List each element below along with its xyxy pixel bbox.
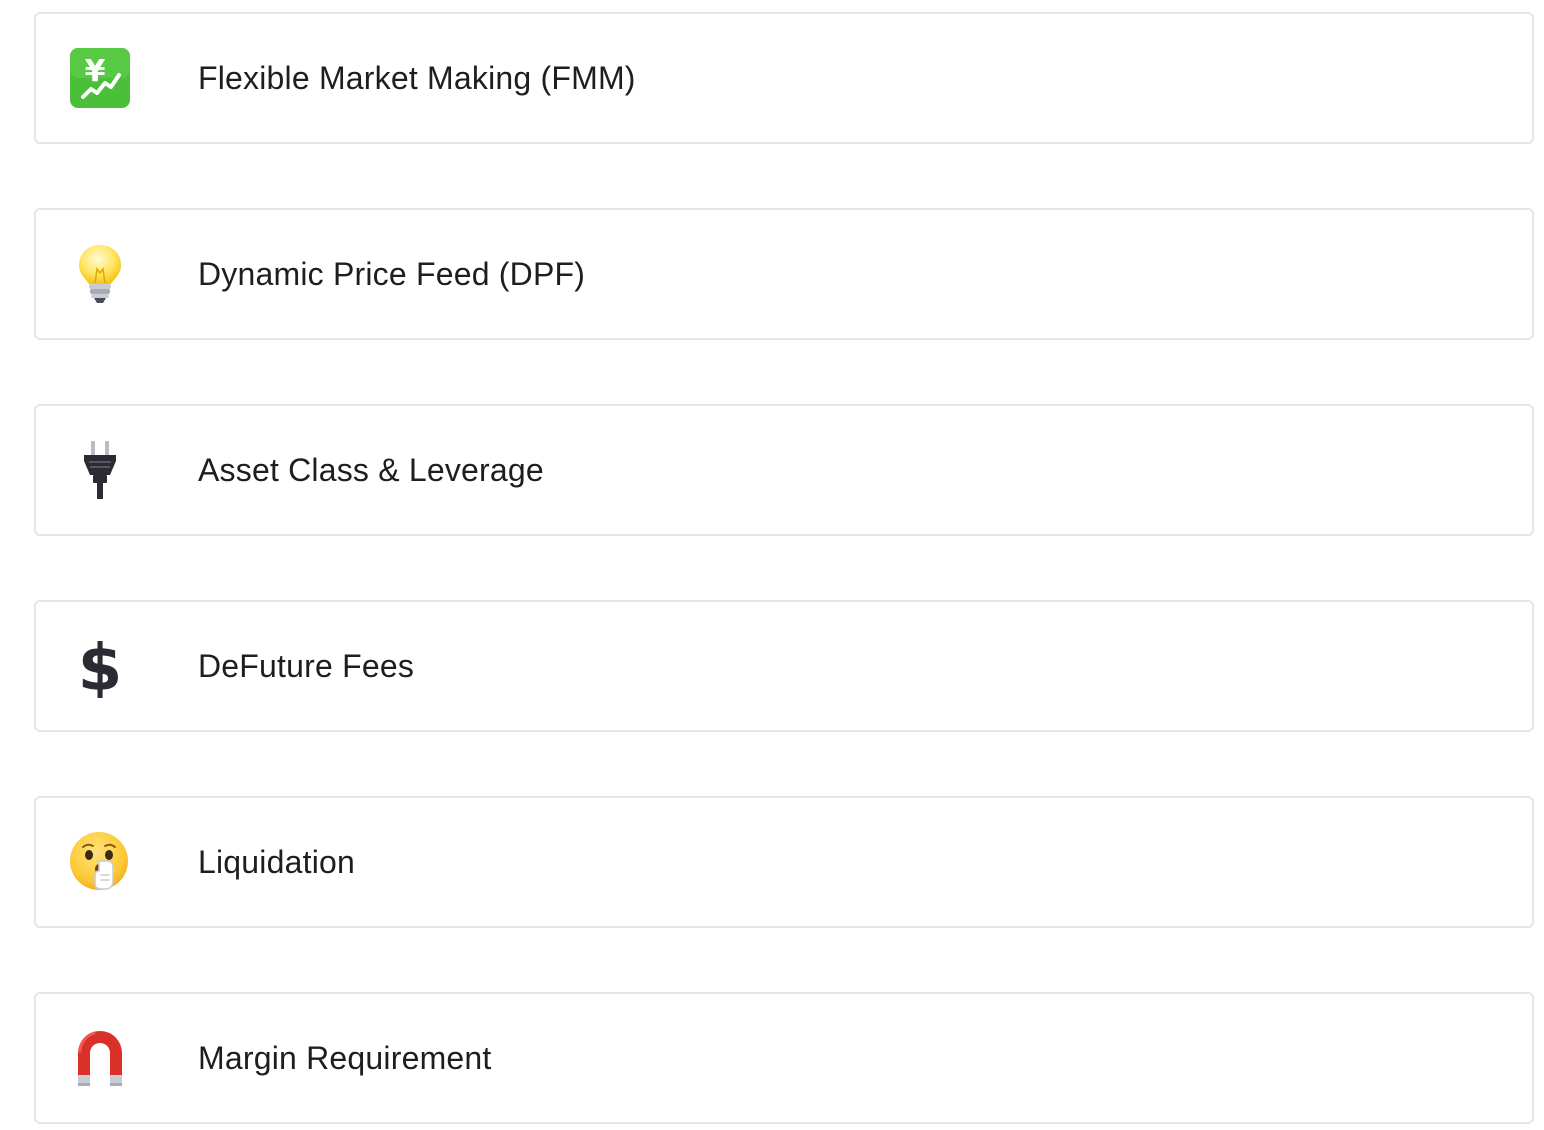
dollar-sign-icon: $	[68, 634, 132, 698]
shushing-face-icon	[68, 830, 132, 894]
magnet-icon	[68, 1026, 132, 1090]
card-label: Dynamic Price Feed (DPF)	[198, 255, 586, 292]
card-flexible-market-making[interactable]: ¥ Flexible Market Making (FMM)	[34, 12, 1534, 144]
card-label: Asset Class & Leverage	[198, 451, 544, 488]
card-list: ¥ Flexible Market Making (FMM) Dynamic P…	[34, 12, 1534, 1124]
card-defuture-fees[interactable]: $ DeFuture Fees	[34, 600, 1534, 732]
card-label: DeFuture Fees	[198, 647, 415, 684]
card-liquidation[interactable]: Liquidation	[34, 796, 1534, 928]
card-label: Liquidation	[198, 843, 355, 880]
electric-plug-icon	[68, 438, 132, 502]
light-bulb-icon	[68, 242, 132, 306]
card-label: Margin Requirement	[198, 1039, 492, 1076]
card-asset-class-leverage[interactable]: Asset Class & Leverage	[34, 404, 1534, 536]
chart-increasing-yen-icon: ¥	[68, 46, 132, 110]
card-label: Flexible Market Making (FMM)	[198, 59, 636, 96]
svg-text:$: $	[78, 634, 122, 698]
card-margin-requirement[interactable]: Margin Requirement	[34, 992, 1534, 1124]
card-dynamic-price-feed[interactable]: Dynamic Price Feed (DPF)	[34, 208, 1534, 340]
